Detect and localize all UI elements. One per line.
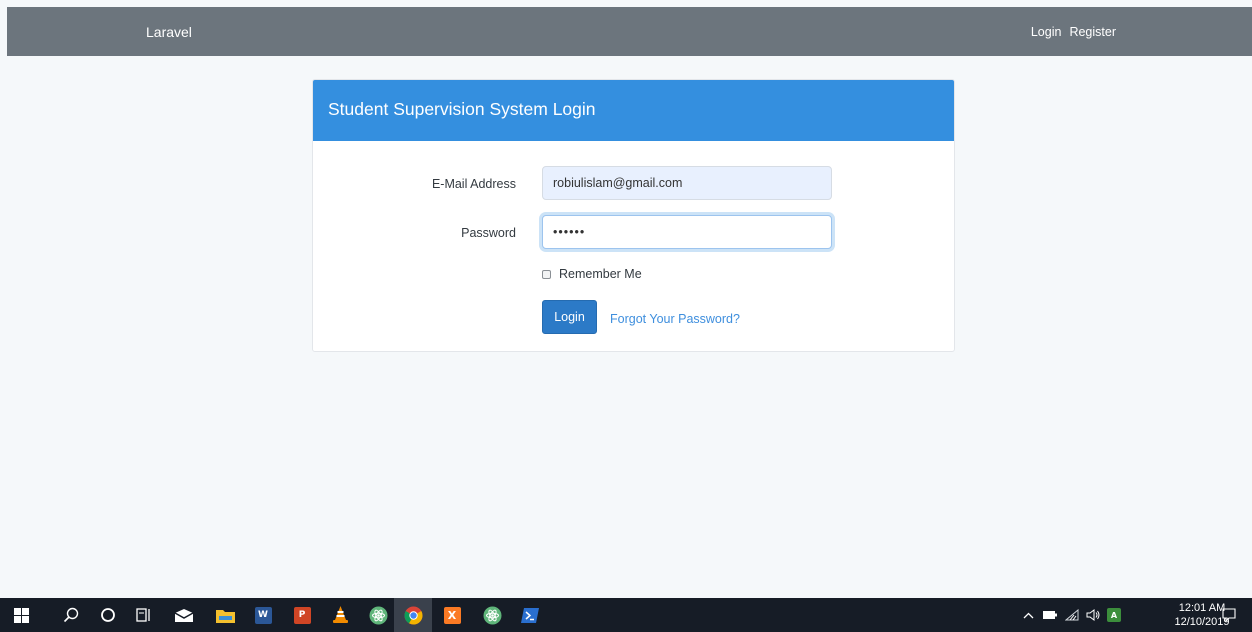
xampp-icon[interactable]: X bbox=[433, 598, 471, 632]
atom-icon[interactable] bbox=[473, 598, 511, 632]
show-hidden-icons-chevron-icon[interactable] bbox=[1020, 598, 1036, 632]
mail-icon[interactable] bbox=[165, 598, 203, 632]
powershell-icon[interactable] bbox=[511, 598, 549, 632]
email-label: E-Mail Address bbox=[431, 177, 516, 191]
remember-me-label[interactable]: Remember Me bbox=[559, 266, 642, 282]
battery-icon[interactable] bbox=[1041, 598, 1059, 632]
vlc-icon[interactable] bbox=[321, 598, 359, 632]
action-center-icon[interactable] bbox=[1217, 598, 1241, 632]
windows-taskbar: W P X A 12:01 AM 12/10/2019 bbox=[0, 598, 1252, 632]
atom-icon[interactable] bbox=[359, 598, 397, 632]
card-title: Student Supervision System Login bbox=[328, 99, 596, 119]
search-icon[interactable] bbox=[52, 598, 90, 632]
email-field[interactable] bbox=[542, 166, 832, 200]
brand-link[interactable]: Laravel bbox=[146, 23, 192, 41]
powerpoint-icon[interactable]: P bbox=[283, 598, 321, 632]
wifi-icon[interactable] bbox=[1063, 598, 1081, 632]
task-view-icon[interactable] bbox=[125, 598, 163, 632]
login-card: Student Supervision System Login E-Mail … bbox=[312, 79, 955, 352]
volume-icon[interactable] bbox=[1084, 598, 1102, 632]
windows-start-icon[interactable] bbox=[2, 598, 40, 632]
file-explorer-icon[interactable] bbox=[206, 598, 244, 632]
remember-me-checkbox[interactable] bbox=[542, 269, 551, 279]
word-icon[interactable]: W bbox=[244, 598, 282, 632]
nav-login-link[interactable]: Login bbox=[1031, 24, 1062, 40]
chrome-icon[interactable] bbox=[394, 598, 432, 632]
login-button[interactable]: Login bbox=[542, 300, 597, 334]
remember-me-row: Remember Me bbox=[542, 266, 642, 282]
cortana-icon[interactable] bbox=[89, 598, 127, 632]
nav-register-link[interactable]: Register bbox=[1069, 24, 1116, 40]
app-tray-icon[interactable]: A bbox=[1105, 598, 1123, 632]
nav-links: Login Register bbox=[1031, 24, 1116, 40]
browser-viewport: Laravel Login Register Student Supervisi… bbox=[0, 0, 1252, 632]
forgot-password-link[interactable]: Forgot Your Password? bbox=[610, 311, 740, 327]
top-navbar: Laravel Login Register bbox=[7, 7, 1252, 56]
password-field[interactable] bbox=[542, 215, 832, 249]
password-label: Password bbox=[461, 226, 516, 240]
card-header: Student Supervision System Login bbox=[313, 80, 954, 141]
